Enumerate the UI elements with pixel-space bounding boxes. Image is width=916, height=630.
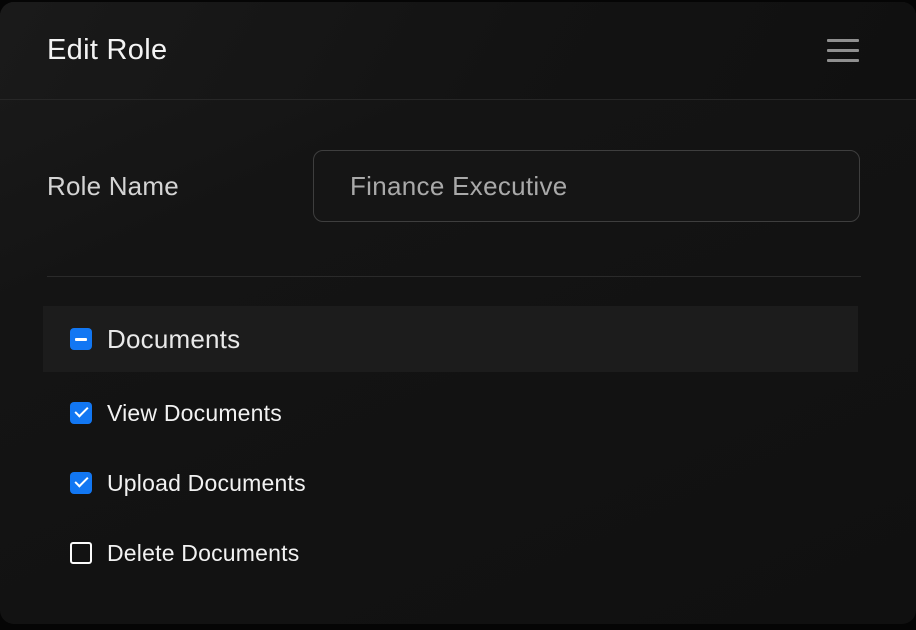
permission-label: View Documents (107, 400, 282, 427)
hamburger-line (827, 39, 859, 42)
permission-row-delete-documents[interactable]: Delete Documents (0, 518, 916, 588)
role-name-input[interactable] (313, 150, 860, 222)
edit-role-dialog: Edit Role Role Name Documents View Docum… (0, 2, 916, 624)
permission-label: Upload Documents (107, 470, 306, 497)
dialog-header: Edit Role (0, 2, 916, 100)
permission-group-label: Documents (107, 324, 240, 355)
permission-row-upload-documents[interactable]: Upload Documents (0, 448, 916, 518)
documents-group-checkbox[interactable] (70, 328, 92, 350)
dialog-title: Edit Role (47, 34, 167, 67)
view-documents-checkbox[interactable] (70, 402, 92, 424)
delete-documents-checkbox[interactable] (70, 542, 92, 564)
upload-documents-checkbox[interactable] (70, 472, 92, 494)
permission-label: Delete Documents (107, 540, 299, 567)
hamburger-line (827, 49, 859, 52)
permission-row-view-documents[interactable]: View Documents (0, 378, 916, 448)
section-divider (47, 276, 861, 277)
hamburger-line (827, 59, 859, 62)
role-name-row: Role Name (0, 150, 916, 222)
role-name-label: Role Name (47, 171, 313, 202)
permission-group-documents[interactable]: Documents (43, 306, 858, 372)
hamburger-icon[interactable] (827, 35, 859, 66)
permission-list: View Documents Upload Documents Delete D… (0, 378, 916, 588)
